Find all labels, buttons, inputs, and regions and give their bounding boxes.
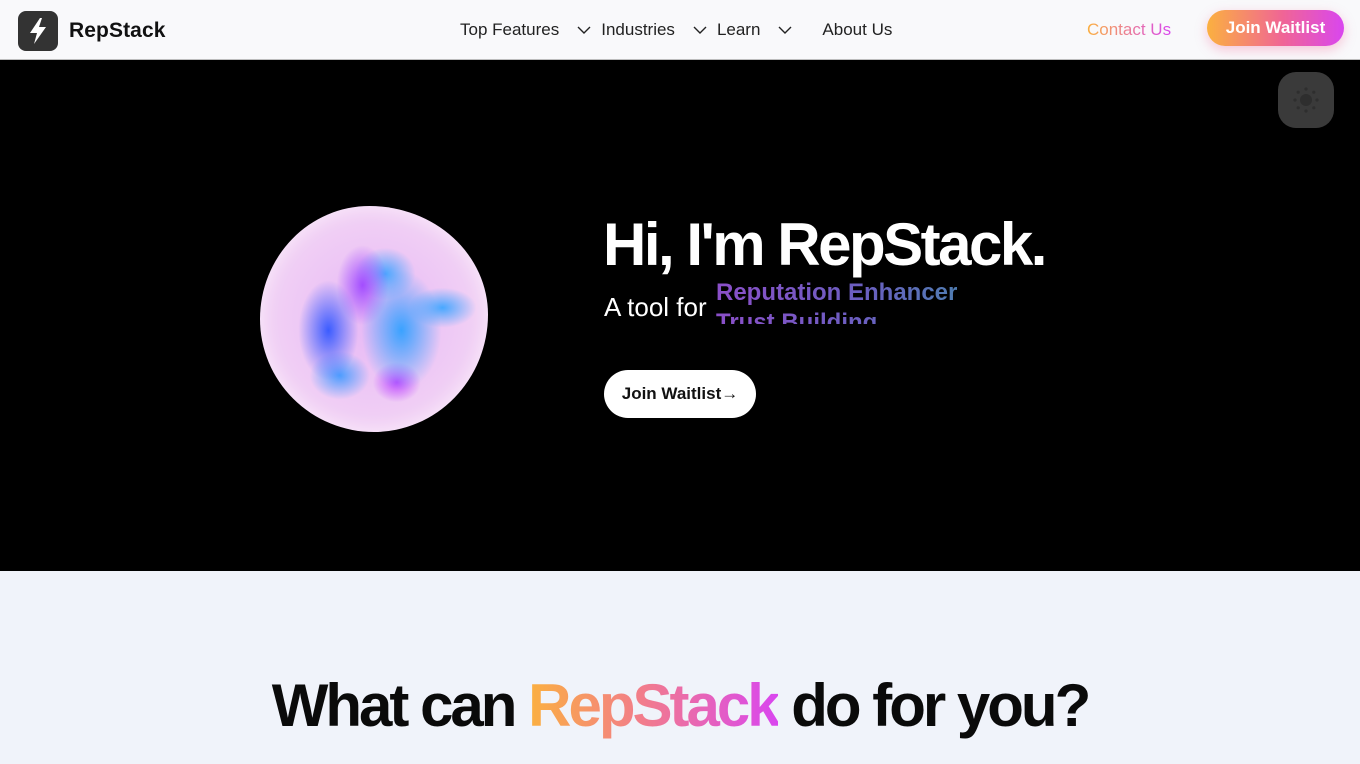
nav-learn[interactable]: Learn xyxy=(717,20,802,40)
main-nav: Top Features Industries Learn About Us xyxy=(460,0,892,60)
features-intro-section: What can RepStack do for you? xyxy=(0,571,1360,764)
chevron-down-icon xyxy=(693,26,707,34)
join-waitlist-button[interactable]: Join Waitlist xyxy=(1207,10,1344,46)
rotating-word: Reputation Enhancer xyxy=(716,278,1016,308)
lightning-bolt-icon xyxy=(18,11,58,51)
chevron-down-icon xyxy=(577,26,591,34)
title-brand: RepStack xyxy=(528,672,780,739)
brand-name: RepStack xyxy=(69,19,166,42)
hero-title: Hi, I'm RepStack. xyxy=(603,211,1047,278)
sun-icon xyxy=(1293,87,1319,113)
rotating-words: Reputation Enhancer Trust Building xyxy=(716,278,1016,324)
title-part: do for you? xyxy=(791,672,1091,739)
logo[interactable]: RepStack xyxy=(18,11,166,51)
nav-label: About Us xyxy=(822,20,893,39)
theme-toggle-button[interactable] xyxy=(1278,72,1334,128)
nav-about-us[interactable]: About Us xyxy=(822,20,892,40)
nav-industries[interactable]: Industries xyxy=(601,20,717,40)
title-part: What can xyxy=(271,672,518,739)
nav-label: Industries xyxy=(601,20,675,39)
nav-top-features[interactable]: Top Features xyxy=(460,20,601,40)
site-header: RepStack Top Features Industries Learn A… xyxy=(0,0,1360,60)
section-title: What can RepStack do for you? xyxy=(0,671,1360,740)
rotating-word: Trust Building xyxy=(716,308,1016,324)
hero-join-waitlist-button[interactable]: Join Waitlist→ xyxy=(604,370,756,418)
contact-us-link[interactable]: Contact Us xyxy=(1087,20,1171,40)
nav-label: Learn xyxy=(716,20,761,39)
hero-subtitle: A tool for xyxy=(604,292,707,322)
hero-section: Hi, I'm RepStack. A tool for Reputation … xyxy=(0,60,1360,571)
hero-3d-blob-image xyxy=(260,206,488,432)
nav-label: Top Features xyxy=(460,20,560,39)
chevron-down-icon xyxy=(778,26,792,34)
